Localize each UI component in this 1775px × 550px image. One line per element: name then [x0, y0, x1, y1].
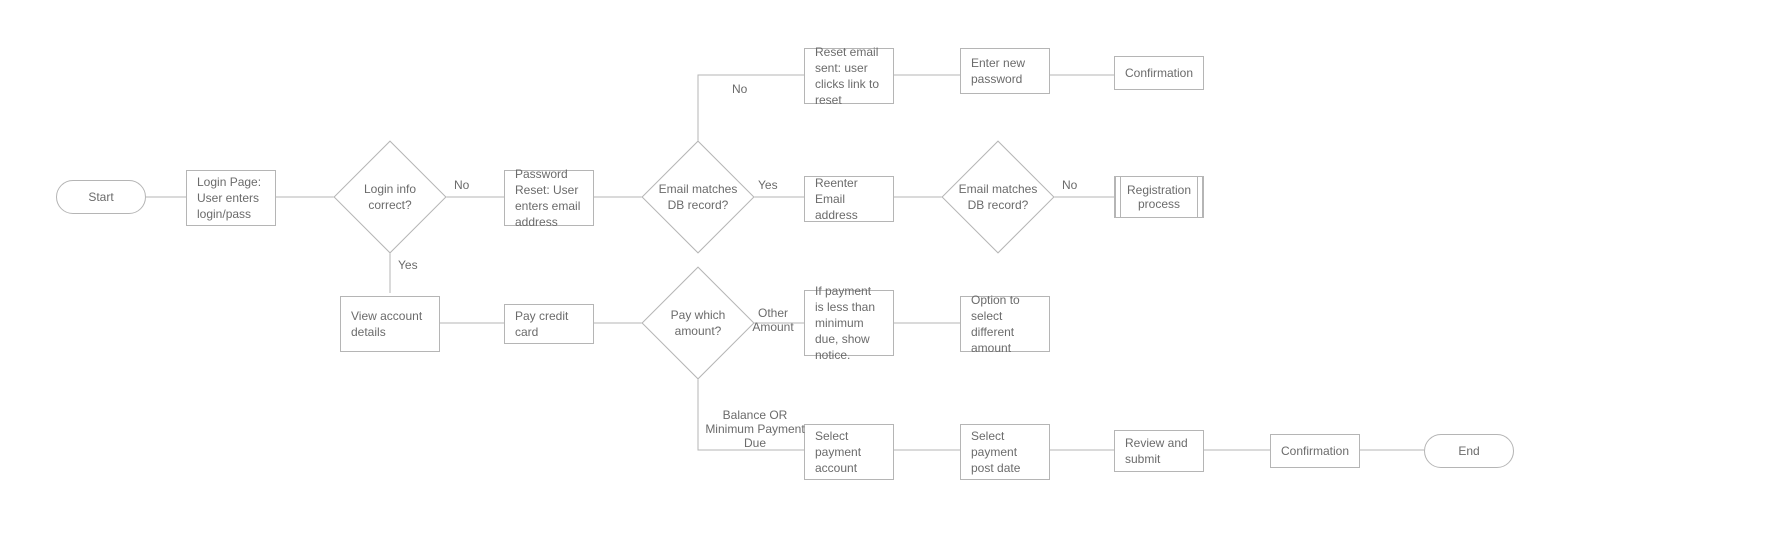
- label: Select payment post date: [971, 428, 1039, 477]
- label: Email matches DB record?: [953, 181, 1043, 213]
- edge-label-other-amount: Other Amount: [745, 306, 801, 334]
- label: Reset email sent: user clicks link to re…: [815, 44, 883, 109]
- label: Registration process: [1115, 183, 1203, 211]
- process-pay-credit-card: Pay credit card: [504, 304, 594, 344]
- label: Option to select different amount: [971, 292, 1039, 357]
- label: Enter new password: [971, 55, 1039, 87]
- process-select-payment-account: Select payment account: [804, 424, 894, 480]
- edge-label-yes-2: Yes: [758, 178, 778, 192]
- edge-label-no-3: No: [1062, 178, 1077, 192]
- decision-email-match-2: Email matches DB record?: [958, 157, 1038, 237]
- process-enter-new-password: Enter new password: [960, 48, 1050, 94]
- terminator-end: End: [1424, 434, 1514, 468]
- subprocess-registration: Registration process: [1114, 176, 1204, 218]
- label: End: [1458, 444, 1479, 458]
- label: Confirmation: [1125, 65, 1193, 81]
- label: View account details: [351, 308, 429, 340]
- label: Email matches DB record?: [653, 181, 743, 213]
- label: Password Reset: User enters email addres…: [515, 166, 583, 231]
- process-select-post-date: Select payment post date: [960, 424, 1050, 480]
- edge-label-yes-1: Yes: [398, 258, 418, 272]
- process-password-reset: Password Reset: User enters email addres…: [504, 170, 594, 226]
- label: Select payment account: [815, 428, 883, 477]
- process-reset-email-sent: Reset email sent: user clicks link to re…: [804, 48, 894, 104]
- process-if-less-than-min: If payment is less than minimum due, sho…: [804, 290, 894, 356]
- process-reenter-email: Reenter Email address: [804, 176, 894, 222]
- process-confirmation-1: Confirmation: [1114, 56, 1204, 90]
- decision-email-match-1: Email matches DB record?: [658, 157, 738, 237]
- terminator-start: Start: [56, 180, 146, 214]
- process-option-different-amount: Option to select different amount: [960, 296, 1050, 352]
- label: Reenter Email address: [815, 175, 883, 224]
- decision-login-correct: Login info correct?: [350, 157, 430, 237]
- process-confirmation-2: Confirmation: [1270, 434, 1360, 468]
- flowchart-canvas: Start Login Page: User enters login/pass…: [0, 0, 1775, 550]
- label: Review and submit: [1125, 435, 1193, 467]
- label: If payment is less than minimum due, sho…: [815, 283, 883, 364]
- edge-label-balance-or-min: Balance OR Minimum Payment Due: [700, 408, 810, 450]
- decision-pay-which-amount: Pay which amount?: [658, 283, 738, 363]
- label: Pay which amount?: [653, 307, 743, 339]
- label: Confirmation: [1281, 443, 1349, 459]
- process-login-page: Login Page: User enters login/pass: [186, 170, 276, 226]
- edge-label-no-1: No: [454, 178, 469, 192]
- label: Login info correct?: [345, 181, 435, 213]
- label: Start: [88, 190, 113, 204]
- process-review-submit: Review and submit: [1114, 430, 1204, 472]
- label: Pay credit card: [515, 308, 583, 340]
- label: Login Page: User enters login/pass: [197, 174, 265, 223]
- process-view-account: View account details: [340, 296, 440, 352]
- edge-label-no-2: No: [732, 82, 747, 96]
